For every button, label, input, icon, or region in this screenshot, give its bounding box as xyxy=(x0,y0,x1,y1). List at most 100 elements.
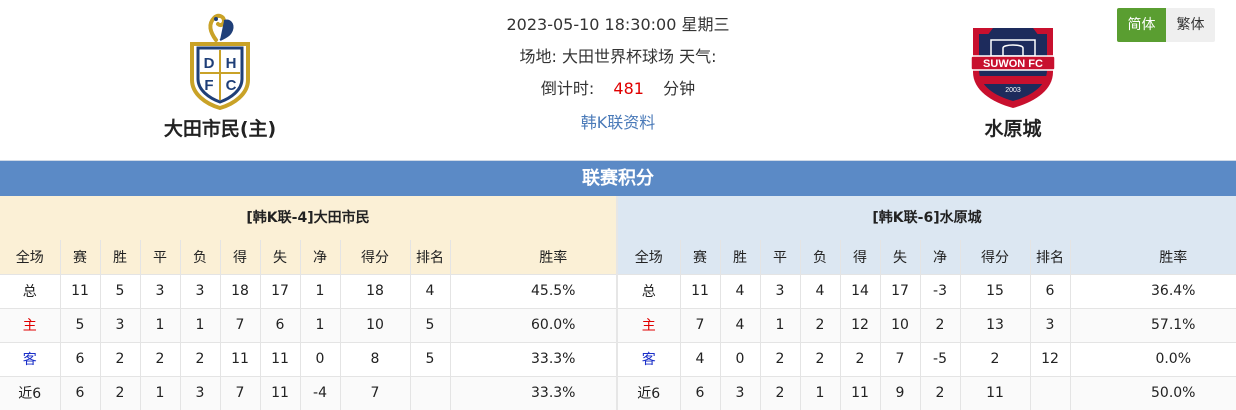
table-cell: 2 xyxy=(800,342,841,377)
table-cell: 11 xyxy=(260,342,301,377)
table-cell: 4 xyxy=(720,274,761,309)
column-header: 排名 xyxy=(1030,240,1071,275)
table-cell: 15 xyxy=(960,274,1031,309)
home-standings-title: [韩K联-4]大田市民 xyxy=(0,196,616,240)
table-cell: 17 xyxy=(880,274,921,309)
table-cell: 5 xyxy=(100,274,141,309)
row-label: 近6 xyxy=(618,376,681,410)
logo-letter-d: D xyxy=(204,55,215,72)
language-switch: 简体 繁体 xyxy=(1117,8,1215,42)
table-cell: 4 xyxy=(410,274,451,309)
column-header: 全场 xyxy=(0,240,61,275)
table-cell xyxy=(410,376,451,410)
table-header-row: 全场赛胜平负得失净得分 排名 胜率 xyxy=(618,240,1236,275)
table-cell: 1 xyxy=(140,376,181,410)
traditional-chinese-button[interactable]: 繁体 xyxy=(1166,8,1215,42)
table-cell: 2 xyxy=(100,376,141,410)
match-datetime: 2023-05-10 18:30:00 星期三 xyxy=(506,15,730,34)
countdown: 倒计时: 481 分钟 xyxy=(418,79,818,99)
table-cell: 11 xyxy=(960,376,1031,410)
row-label: 总 xyxy=(618,274,681,309)
logo-letter-h: H xyxy=(226,55,237,72)
table-cell: -5 xyxy=(920,342,961,377)
table-cell: 2 xyxy=(760,342,801,377)
column-header: 赛 xyxy=(680,240,721,275)
table-cell: 11 xyxy=(680,274,721,309)
column-header: 平 xyxy=(140,240,181,275)
home-team-logo[interactable]: D H F C xyxy=(100,0,340,110)
logo-letter-c: C xyxy=(226,77,237,94)
table-cell: 7 xyxy=(220,376,261,410)
suwon-fc-crest-icon: SUWON FC 2003 xyxy=(970,28,1056,108)
table-cell: 1 xyxy=(760,308,801,343)
table-cell: 5 xyxy=(60,308,101,343)
column-header: 得分 xyxy=(340,240,411,275)
table-cell: 0.0% xyxy=(1070,342,1236,377)
table-cell: 5 xyxy=(410,308,451,343)
countdown-unit: 分钟 xyxy=(663,79,696,98)
table-cell: 9 xyxy=(880,376,921,410)
venue-weather: 场地: 大田世界杯球场 天气: xyxy=(418,47,818,67)
column-header: 净 xyxy=(920,240,961,275)
table-cell: 2 xyxy=(100,342,141,377)
home-team: D H F C 大田市民(主) xyxy=(100,0,340,140)
table-cell: 6 xyxy=(260,308,301,343)
logo-letter-f: F xyxy=(204,77,213,94)
row-label: 客 xyxy=(0,342,61,377)
table-cell: 12 xyxy=(1030,342,1071,377)
table-row: 近6 6 3 2 1 11 9 2 11 50.0% xyxy=(618,376,1236,410)
away-standings-title: [韩K联-6]水原城 xyxy=(618,196,1236,240)
table-row: 近6 6 2 1 3 7 11 -4 7 33.3% xyxy=(0,376,656,410)
table-cell: -4 xyxy=(300,376,341,410)
table-cell: 17 xyxy=(260,274,301,309)
table-cell: 2 xyxy=(760,376,801,410)
table-cell: 11 xyxy=(260,376,301,410)
table-cell: 1 xyxy=(300,308,341,343)
table-cell: 50.0% xyxy=(1070,376,1236,410)
column-header: 平 xyxy=(760,240,801,275)
table-cell: 2 xyxy=(920,376,961,410)
table-cell: 57.1% xyxy=(1070,308,1236,343)
table-cell: 4 xyxy=(800,274,841,309)
table-cell: 3 xyxy=(1030,308,1071,343)
table-cell: 3 xyxy=(180,274,221,309)
table-cell: -3 xyxy=(920,274,961,309)
table-cell: 4 xyxy=(720,308,761,343)
column-header: 得分 xyxy=(960,240,1031,275)
home-team-name[interactable]: 大田市民(主) xyxy=(100,118,340,140)
row-label: 近6 xyxy=(0,376,61,410)
league-info-link[interactable]: 韩K联资料 xyxy=(418,113,818,133)
table-cell: 18 xyxy=(340,274,411,309)
logo-year: 2003 xyxy=(1005,87,1021,94)
table-cell: 6 xyxy=(60,376,101,410)
table-row: 主 5 3 1 1 7 6 1 10 5 60.0% xyxy=(0,308,656,343)
column-header: 胜 xyxy=(100,240,141,275)
match-header: D H F C 大田市民(主) 2023-05-10 18:30:00 星期三 … xyxy=(0,0,1236,160)
table-cell: 6 xyxy=(680,376,721,410)
column-header: 负 xyxy=(180,240,221,275)
away-team-logo[interactable]: SUWON FC 2003 xyxy=(893,0,1133,110)
table-header-row: 全场赛胜平负得失净得分 排名 胜率 xyxy=(0,240,656,275)
column-header: 失 xyxy=(260,240,301,275)
table-cell: 18 xyxy=(220,274,261,309)
weather-label: 天气: xyxy=(679,47,717,66)
simplified-chinese-button[interactable]: 简体 xyxy=(1117,8,1166,42)
column-header: 净 xyxy=(300,240,341,275)
column-header: 得 xyxy=(220,240,261,275)
table-cell: 3 xyxy=(180,376,221,410)
table-cell: 3 xyxy=(760,274,801,309)
table-cell: 1 xyxy=(800,376,841,410)
home-standings-panel: [韩K联-4]大田市民 全场赛胜平负得失净得分 排名 胜率 总 11 5 3 3 18 17 1 1… xyxy=(0,196,656,410)
table-cell: 11 xyxy=(840,376,881,410)
table-cell: 1 xyxy=(300,274,341,309)
table-cell: 2 xyxy=(960,342,1031,377)
table-row: 主 7 4 1 2 12 10 2 13 3 57.1% xyxy=(618,308,1236,343)
venue-label: 场地: xyxy=(519,47,557,66)
table-row: 客 4 0 2 2 2 7 -5 2 12 0.0% xyxy=(618,342,1236,377)
row-label: 主 xyxy=(618,308,681,343)
table-cell: 8 xyxy=(340,342,411,377)
table-cell: 3 xyxy=(720,376,761,410)
away-team-name[interactable]: 水原城 xyxy=(893,118,1133,140)
table-cell: 7 xyxy=(880,342,921,377)
column-header: 失 xyxy=(880,240,921,275)
